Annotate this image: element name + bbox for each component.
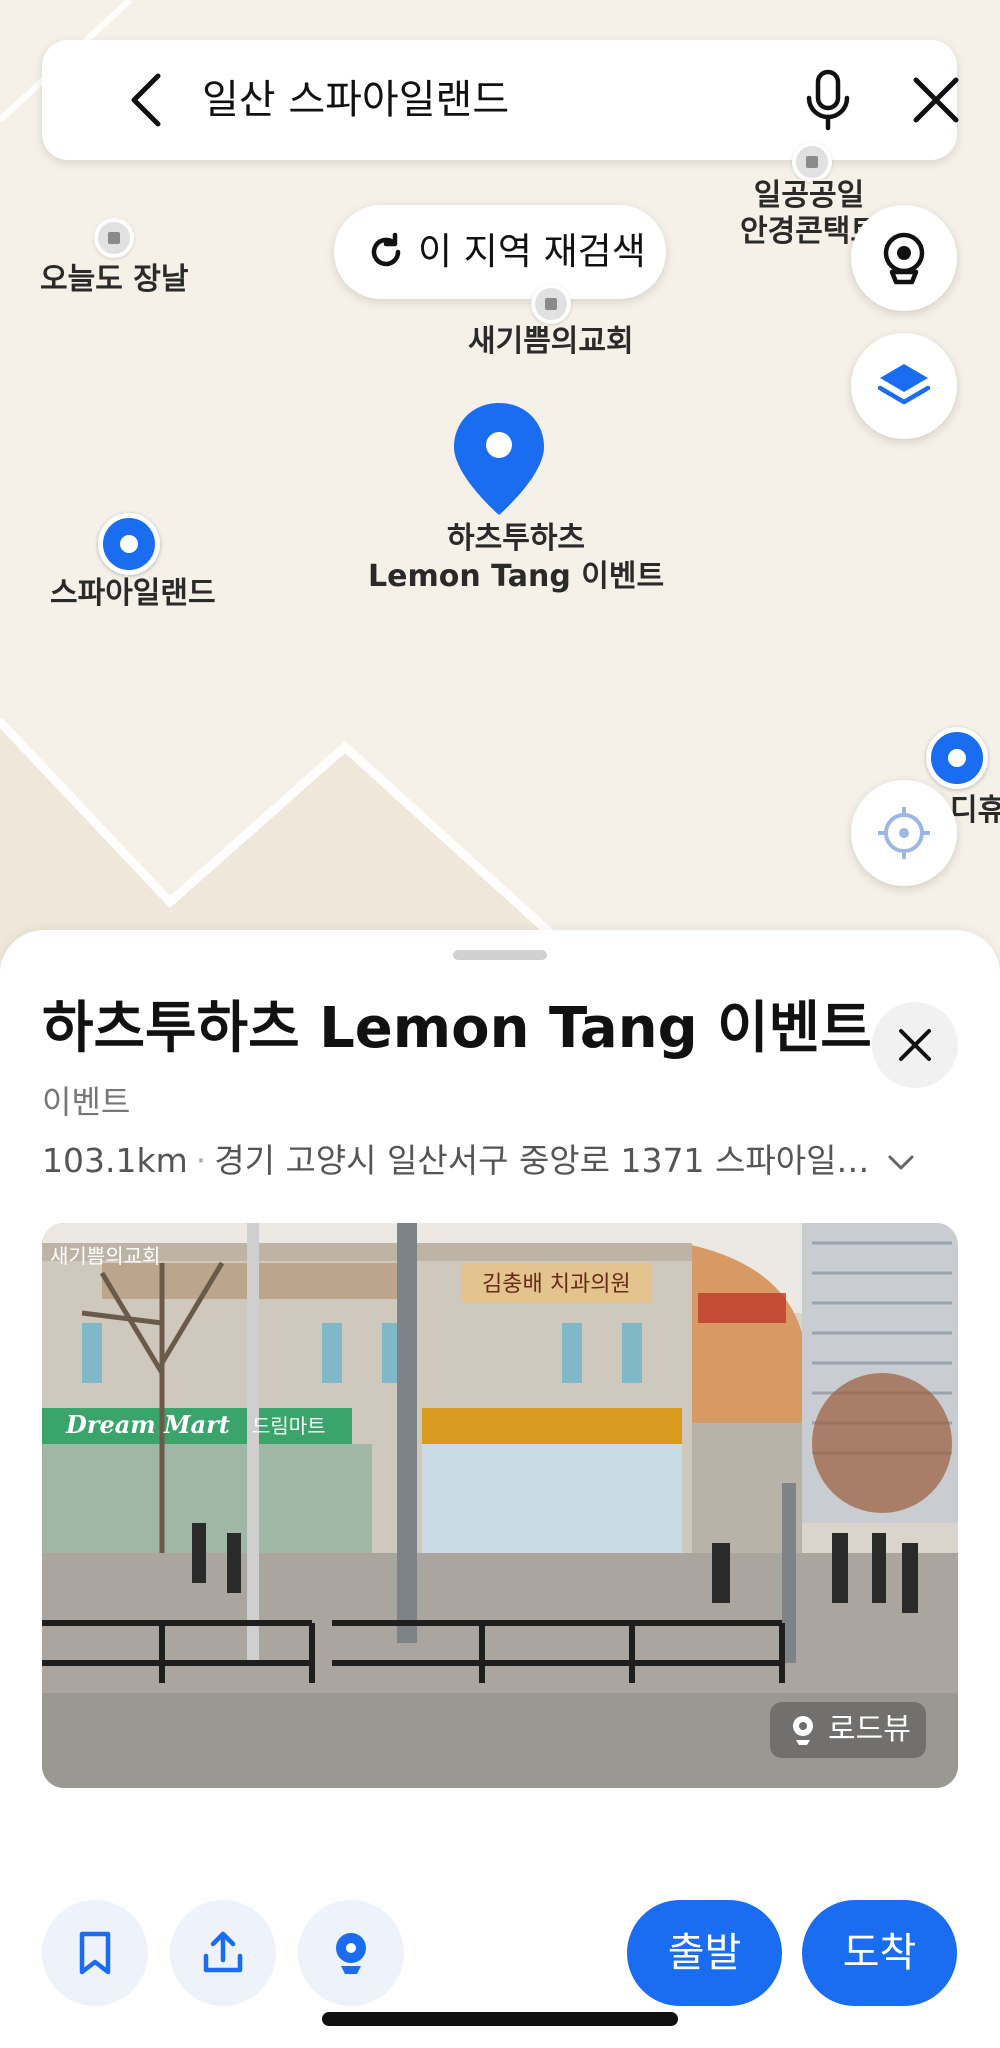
sign-dental: 김충배 치과의원 — [482, 1272, 631, 1297]
research-area-button[interactable]: 이 지역 재검색 — [334, 205, 666, 299]
close-icon — [899, 1029, 931, 1061]
sign-church: 새기쁨의교회 — [50, 1244, 160, 1268]
search-query[interactable]: 일산 스파아일랜드 — [202, 70, 509, 130]
roadview-badge[interactable]: 로드뷰 — [770, 1702, 926, 1758]
poi-marker-dhyu[interactable] — [926, 727, 988, 789]
research-area-label: 이 지역 재검색 — [418, 230, 646, 273]
layers-icon — [877, 364, 931, 405]
separator-dot: · — [195, 1141, 207, 1180]
home-indicator[interactable] — [322, 2012, 678, 2026]
search-bar[interactable]: 일산 스파아일랜드 — [42, 40, 959, 160]
close-icon[interactable] — [908, 72, 964, 128]
poi-label-church[interactable]: 새기쁨의교회 — [468, 324, 634, 360]
depart-button[interactable]: 출발 — [627, 1900, 782, 2006]
share-icon — [203, 1931, 243, 1973]
place-detail-sheet: 하츠투하츠 Lemon Tang 이벤트 이벤트 103.1km · 경기 고양시 … — [0, 930, 1000, 2048]
map-view[interactable]: 일산 스파아일랜드 이 지역 재검색 오늘도 장날 새기쁨의교회 일공공일 안경… — [0, 0, 1000, 960]
poi-label-market[interactable]: 오늘도 장날 — [40, 262, 188, 298]
my-location-button[interactable] — [851, 780, 957, 886]
poi-label-spa-island[interactable]: 스파아일랜드 — [50, 576, 216, 612]
roadview-camera-icon — [883, 232, 925, 285]
roadview-toggle-button[interactable] — [851, 205, 957, 311]
place-distance: 103.1km — [42, 1141, 188, 1180]
poi-label-dhyu[interactable]: 디휴 — [950, 793, 1000, 829]
poi-marker-church[interactable] — [531, 284, 571, 324]
sign-dream-mart-kr: 드림마트 — [252, 1414, 326, 1438]
roadview-photo[interactable]: 새기쁨의교회 김충배 치과의원 Dream Mart 드림마트 로드뷰 — [42, 1223, 958, 1788]
poi-marker-optician[interactable] — [792, 142, 832, 182]
poi-marker-market[interactable] — [94, 218, 134, 258]
refresh-icon — [371, 232, 401, 267]
place-address: 경기 고양시 일산서구 중앙로 1371 스파아일… — [214, 1141, 870, 1180]
selected-pin-label[interactable]: 하츠투하츠 Lemon Tang 이벤트 — [368, 520, 664, 596]
roadview-badge-label: 로드뷰 — [828, 1712, 911, 1747]
chevron-down-icon[interactable] — [886, 1153, 916, 1173]
arrive-button[interactable]: 도착 — [802, 1900, 957, 2006]
place-category: 이벤트 — [42, 1083, 131, 1121]
roadview-pin-icon — [793, 1716, 813, 1745]
place-address-row[interactable]: 103.1km · 경기 고양시 일산서구 중앙로 1371 스파아일… — [42, 1138, 916, 1184]
place-title: 하츠투하츠 Lemon Tang 이벤트 — [42, 996, 872, 1061]
poi-marker-spa-island[interactable] — [98, 513, 160, 575]
roadview-button[interactable] — [298, 1900, 404, 2006]
roadview-camera-icon — [336, 1933, 366, 1974]
share-button[interactable] — [170, 1900, 276, 2006]
bookmark-button[interactable] — [42, 1900, 148, 2006]
back-arrow-icon[interactable] — [122, 70, 172, 130]
bookmark-icon — [79, 1931, 111, 1975]
selected-location-pin-icon[interactable] — [450, 400, 548, 518]
sheet-grabber[interactable] — [453, 950, 547, 960]
sign-dream-mart: Dream Mart — [65, 1410, 230, 1439]
close-sheet-button[interactable] — [872, 1002, 958, 1088]
map-layers-button[interactable] — [851, 333, 957, 439]
crosshair-icon — [878, 807, 930, 859]
microphone-icon[interactable] — [804, 68, 852, 132]
